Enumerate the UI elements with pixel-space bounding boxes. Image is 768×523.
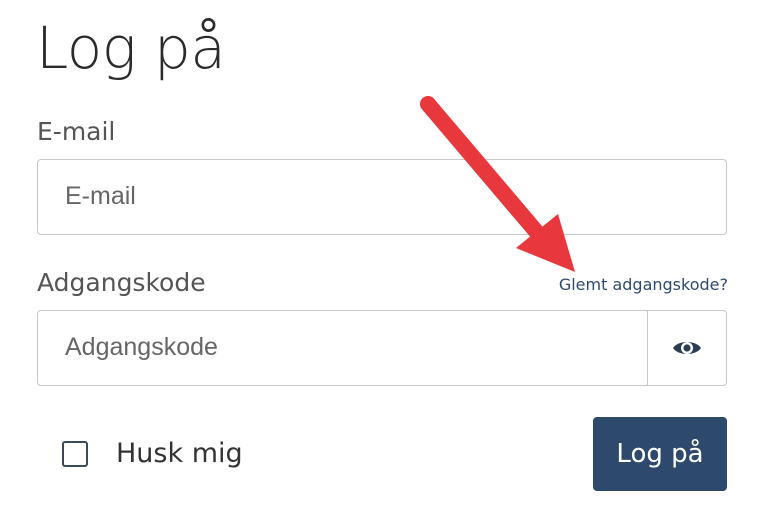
password-input[interactable] — [65, 333, 625, 362]
password-label: Adgangskode — [37, 268, 206, 297]
remember-me-checkbox[interactable] — [62, 441, 88, 467]
eye-icon — [673, 342, 701, 354]
forgot-password-link[interactable]: Glemt adgangskode? — [559, 275, 728, 294]
email-label: E-mail — [37, 117, 116, 146]
page-title: Log på — [36, 14, 226, 82]
email-input[interactable] — [65, 182, 625, 211]
show-password-button[interactable] — [647, 311, 726, 385]
email-field[interactable] — [37, 159, 727, 235]
password-field[interactable] — [37, 310, 727, 386]
remember-me-label[interactable]: Husk mig — [116, 438, 243, 469]
login-button[interactable]: Log på — [593, 417, 727, 491]
